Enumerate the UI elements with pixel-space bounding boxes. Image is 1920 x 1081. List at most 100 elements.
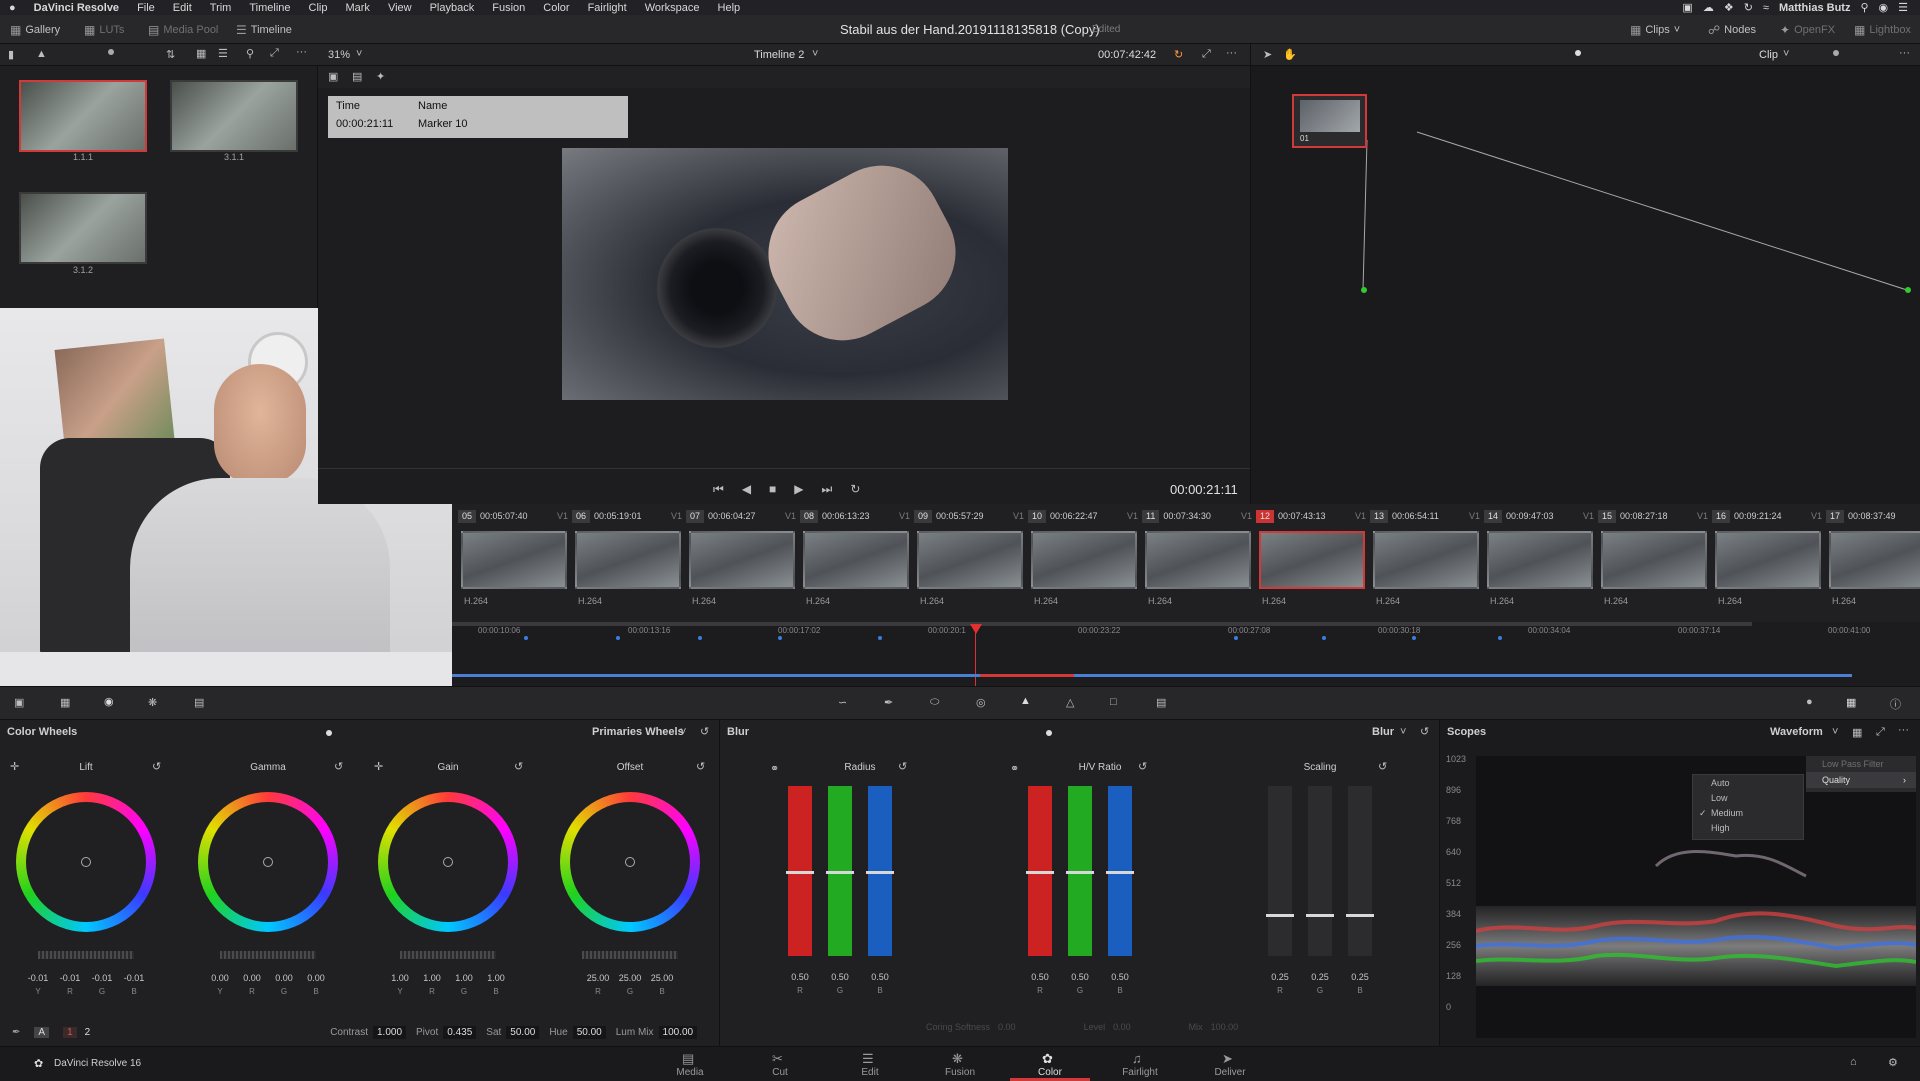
quality-option[interactable]: Low xyxy=(1693,790,1803,805)
menu-workspace[interactable]: Workspace xyxy=(636,2,709,14)
source-input-dot[interactable] xyxy=(1361,287,1367,293)
output-dot[interactable] xyxy=(1905,287,1911,293)
wheel-value[interactable]: 0.00 xyxy=(268,973,300,983)
wheel-value[interactable]: 25.00 xyxy=(646,973,678,983)
wheel-center-handle[interactable] xyxy=(81,857,91,867)
wheel-value[interactable]: -0.01 xyxy=(118,973,150,983)
reset-icon[interactable]: ↺ xyxy=(898,760,907,773)
pick-icon[interactable]: ✒ xyxy=(12,1027,20,1038)
tracker-icon[interactable]: ◎ xyxy=(976,696,986,709)
channel-slider[interactable] xyxy=(1346,786,1374,956)
menu-fairlight[interactable]: Fairlight xyxy=(579,2,636,14)
crosshair-icon[interactable]: ✛ xyxy=(374,760,383,773)
timeline-marker-dot[interactable] xyxy=(1322,636,1326,640)
radius-value[interactable]: 0.50 xyxy=(820,972,860,982)
page-tab-color[interactable]: ✿ Color xyxy=(1010,1047,1090,1081)
timeline-clip[interactable]: 08 00:06:13:23 V1 H.264 xyxy=(800,504,912,622)
chevron-down-icon[interactable]: ˅ xyxy=(1832,726,1838,738)
scopes-icon[interactable]: ▦ xyxy=(1846,696,1856,709)
clip-thumbnail[interactable] xyxy=(1031,531,1137,589)
wheel-value[interactable]: 1.00 xyxy=(384,973,416,983)
reset-icon[interactable]: ↺ xyxy=(696,760,705,773)
reset-icon[interactable]: ↺ xyxy=(152,760,161,773)
control-center-icon[interactable]: ☰ xyxy=(1898,1,1908,14)
corrector-node[interactable]: 01 xyxy=(1292,94,1367,148)
lummix-field[interactable]: 100.00 xyxy=(658,1025,698,1039)
wheel-value[interactable]: -0.01 xyxy=(22,973,54,983)
slider-handle[interactable] xyxy=(786,871,814,874)
quality-item[interactable]: Quality › xyxy=(1806,772,1916,788)
info-icon[interactable]: ⓘ xyxy=(1890,696,1901,712)
timeline-clip[interactable]: 14 00:09:47:03 V1 H.264 xyxy=(1484,504,1596,622)
wheel-value[interactable]: 25.00 xyxy=(582,973,614,983)
menu-clip[interactable]: Clip xyxy=(300,2,337,14)
radius-value[interactable]: 0.50 xyxy=(780,972,820,982)
list-view-icon[interactable]: ☰ xyxy=(218,47,228,60)
page-tab-edit[interactable]: ☰ Edit xyxy=(830,1047,910,1081)
home-icon[interactable]: ⌂ xyxy=(1850,1056,1857,1068)
auto-icon[interactable]: A xyxy=(34,1026,50,1038)
hv-value[interactable]: 0.50 xyxy=(1060,972,1100,982)
timeline-button[interactable]: ☰ Timeline xyxy=(236,21,292,38)
fit-icon[interactable]: ⤢ xyxy=(270,47,279,60)
more-options-icon[interactable]: ··· xyxy=(296,46,307,58)
clip-thumbnail[interactable] xyxy=(1259,531,1365,589)
slider-handle[interactable] xyxy=(1026,871,1054,874)
clip-thumbnail[interactable] xyxy=(1601,531,1707,589)
still-thumbnail[interactable] xyxy=(19,80,147,152)
level-field[interactable]: 0.00 xyxy=(1113,1022,1131,1032)
timeline-clip[interactable]: 16 00:09:21:24 V1 H.264 xyxy=(1712,504,1824,622)
timeline-name[interactable]: Timeline 2 xyxy=(754,49,804,61)
chevron-down-icon[interactable]: ˅ xyxy=(356,48,362,60)
luts-button[interactable]: ▦ LUTs xyxy=(84,21,124,38)
timeline-clip[interactable]: 11 00:07:34:30 V1 H.264 xyxy=(1142,504,1254,622)
gear-icon[interactable]: ⚙ xyxy=(1888,1056,1898,1069)
search-icon[interactable]: ⚲ xyxy=(1860,1,1868,14)
qualifier-icon[interactable]: ✒ xyxy=(884,696,893,709)
page-tab-deliver[interactable]: ➤ Deliver xyxy=(1190,1047,1270,1081)
scaling-value[interactable]: 0.25 xyxy=(1300,972,1340,982)
zoom-level[interactable]: 31% xyxy=(328,49,350,61)
page-tab-fairlight[interactable]: ♫ Fairlight xyxy=(1100,1047,1180,1081)
menu-view[interactable]: View xyxy=(379,2,421,14)
low-pass-filter-item[interactable]: Low Pass Filter xyxy=(1806,756,1916,772)
hv-ratio-sliders[interactable] xyxy=(1026,786,1134,956)
clip-thumbnail[interactable] xyxy=(575,531,681,589)
slider-handle[interactable] xyxy=(1266,914,1294,917)
coring-field[interactable]: 0.00 xyxy=(998,1022,1016,1032)
timeline-marker-dot[interactable] xyxy=(616,636,620,640)
sort-icon[interactable]: ⇅ xyxy=(166,48,175,61)
timeline-clip[interactable]: 15 00:08:27:18 V1 H.264 xyxy=(1598,504,1710,622)
clip-thumbnail[interactable] xyxy=(1829,531,1920,589)
menu-color[interactable]: Color xyxy=(534,2,578,14)
split-view-icon[interactable]: ▣ xyxy=(328,70,338,83)
more-options-icon[interactable]: ··· xyxy=(1226,47,1237,59)
mini-timeline[interactable]: 00:00:10:06 00:00:13:16 00:00:17:02 00:00:2… xyxy=(452,622,1920,686)
menu-edit[interactable]: Edit xyxy=(164,2,201,14)
chevron-down-icon[interactable]: ˅ xyxy=(680,726,686,738)
slider-handle[interactable] xyxy=(866,871,894,874)
loop-icon[interactable]: ↻ xyxy=(1174,48,1183,61)
grid-view-icon[interactable]: ▦ xyxy=(196,47,206,60)
timeline-marker-dot[interactable] xyxy=(524,636,528,640)
menu-fusion[interactable]: Fusion xyxy=(483,2,534,14)
wheel-center-handle[interactable] xyxy=(263,857,273,867)
scaling-value[interactable]: 0.25 xyxy=(1340,972,1380,982)
window-icon[interactable]: ⬭ xyxy=(930,696,939,709)
blur-icon[interactable]: ▲ xyxy=(1020,695,1031,707)
app-menu[interactable]: DaVinci Resolve xyxy=(25,2,128,14)
gallery-button[interactable]: ▦ Gallery xyxy=(10,21,60,38)
openfx-button[interactable]: ✦ OpenFX xyxy=(1780,21,1835,38)
wheel-center-handle[interactable] xyxy=(443,857,453,867)
wipe-icon[interactable]: ▤ xyxy=(352,70,362,83)
wheels-mode-select[interactable]: Primaries Wheels xyxy=(592,726,684,738)
scaling-sliders[interactable] xyxy=(1266,786,1374,956)
crosshair-icon[interactable]: ✛ xyxy=(10,760,19,773)
hv-value[interactable]: 0.50 xyxy=(1020,972,1060,982)
contrast-field[interactable]: 1.000 xyxy=(372,1025,407,1039)
clip-thumbnail[interactable] xyxy=(1715,531,1821,589)
more-options-icon[interactable]: ··· xyxy=(1898,724,1909,736)
channel-slider[interactable] xyxy=(1106,786,1134,956)
slider-handle[interactable] xyxy=(826,871,854,874)
wheel-value[interactable]: 0.00 xyxy=(236,973,268,983)
